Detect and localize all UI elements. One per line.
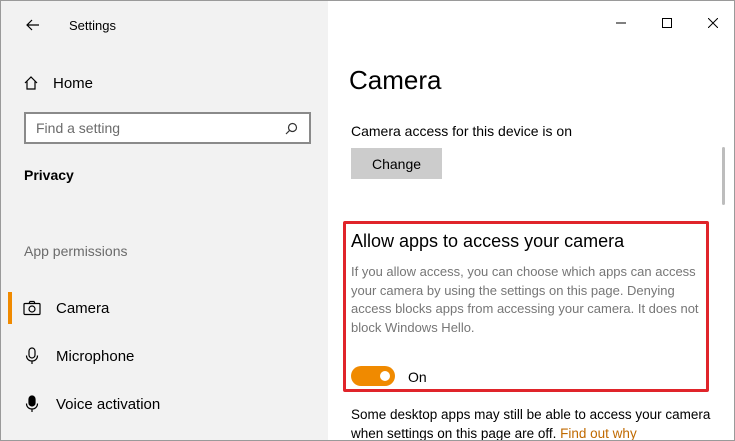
sidebar-item-label: Microphone <box>56 348 135 365</box>
search-input[interactable] <box>36 120 283 136</box>
find-out-why-link[interactable]: Find out why <box>560 426 637 440</box>
toggle-knob <box>380 371 390 381</box>
sidebar-item-microphone[interactable]: Microphone <box>1 338 328 374</box>
search-icon[interactable] <box>283 120 299 136</box>
window-title: Settings <box>69 18 116 33</box>
voice-activation-icon <box>23 395 41 413</box>
maximize-button[interactable] <box>644 1 690 45</box>
home-label: Home <box>53 74 94 92</box>
page-title: Camera <box>349 65 442 95</box>
back-arrow-icon <box>26 19 39 31</box>
main-content: Camera Camera access for this device is … <box>328 1 734 441</box>
toggle-state-label: On <box>408 369 427 385</box>
back-button[interactable] <box>21 13 45 37</box>
home-nav-item[interactable]: Home <box>23 71 93 95</box>
allow-apps-description: If you allow access, you can choose whic… <box>351 264 699 335</box>
window-controls <box>598 1 734 45</box>
desktop-note-text: Some desktop apps may still be able to a… <box>351 407 711 441</box>
camera-access-status: Camera access for this device is on <box>351 123 572 139</box>
close-icon <box>708 18 718 28</box>
maximize-icon <box>662 18 672 28</box>
allow-apps-toggle[interactable] <box>351 366 395 386</box>
sidebar: Settings Home Privacy App permissions <box>1 1 328 440</box>
sidebar-item-label: Voice activation <box>56 396 161 413</box>
sidebar-item-camera[interactable]: Camera <box>1 290 328 326</box>
desktop-apps-note: Some desktop apps may still be able to a… <box>351 405 711 441</box>
sidebar-item-label: Camera <box>56 300 110 317</box>
sidebar-item-voice-activation[interactable]: Voice activation <box>1 386 328 422</box>
microphone-icon <box>23 347 41 365</box>
scrollbar-thumb[interactable] <box>722 147 725 205</box>
search-box[interactable] <box>24 112 311 144</box>
camera-icon <box>23 299 41 317</box>
section-title-privacy: Privacy <box>24 167 74 183</box>
group-title-app-permissions: App permissions <box>24 243 128 259</box>
settings-window: Settings Home Privacy App permissions <box>0 0 735 441</box>
minimize-button[interactable] <box>598 1 644 45</box>
close-button[interactable] <box>690 1 734 45</box>
minimize-icon <box>616 22 626 24</box>
change-button[interactable]: Change <box>351 148 442 179</box>
home-icon <box>24 76 38 90</box>
allow-apps-heading: Allow apps to access your camera <box>351 231 625 251</box>
